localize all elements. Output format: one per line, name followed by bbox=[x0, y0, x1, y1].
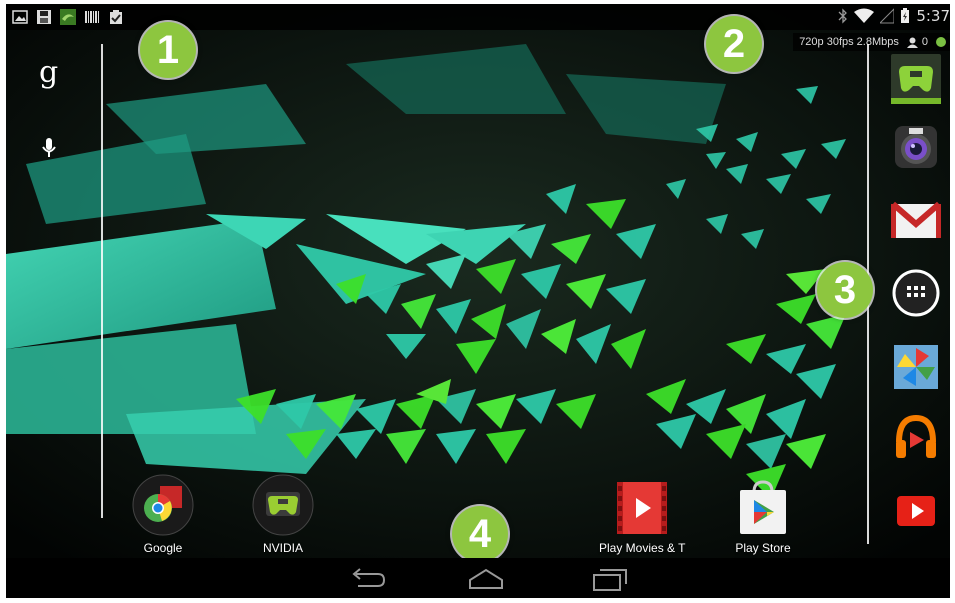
home-app-play-movies[interactable]: Play Movies & T bbox=[599, 480, 685, 555]
save-icon bbox=[37, 10, 51, 24]
home-app-label: Play Store bbox=[735, 541, 791, 555]
user-icon bbox=[906, 37, 918, 48]
play-movies-icon bbox=[617, 482, 667, 534]
nvidia-icon bbox=[60, 9, 76, 25]
all-apps-icon[interactable] bbox=[891, 268, 941, 318]
home-app-play-store[interactable]: Play Store bbox=[730, 480, 796, 555]
left-divider bbox=[101, 44, 103, 518]
signal-icon bbox=[880, 8, 895, 24]
google-search-button[interactable]: g bbox=[39, 55, 58, 90]
photos-icon[interactable] bbox=[891, 342, 941, 392]
gallery-icon bbox=[12, 10, 28, 24]
microphone-icon[interactable] bbox=[42, 137, 56, 159]
status-dot-icon bbox=[936, 37, 946, 47]
home-app-nvidia[interactable]: NVIDIA bbox=[250, 474, 316, 555]
navigation-bar bbox=[6, 558, 950, 598]
home-app-label: Play Movies & T bbox=[599, 541, 686, 555]
google-folder-icon bbox=[132, 474, 194, 536]
nvidia-folder-icon bbox=[252, 474, 314, 536]
home-app-label: Google bbox=[143, 541, 183, 555]
status-bar: 5:37 bbox=[6, 4, 950, 30]
home-app-google[interactable]: Google bbox=[130, 474, 196, 555]
tablet-screen: 5:37 720p 30fps 2.8Mbps 0 g Google NVIDI… bbox=[6, 4, 950, 598]
camera-icon[interactable] bbox=[891, 122, 941, 172]
barcode-icon bbox=[85, 11, 99, 23]
callout-2: 2 bbox=[706, 16, 762, 72]
nvidia-shield-hub-icon[interactable] bbox=[891, 54, 941, 104]
play-music-icon[interactable] bbox=[891, 412, 941, 462]
play-store-icon bbox=[740, 480, 786, 534]
home-icon[interactable] bbox=[466, 566, 506, 592]
callout-4: 4 bbox=[452, 506, 508, 562]
clipboard-check-icon bbox=[110, 10, 122, 24]
clock: 5:37 bbox=[916, 7, 950, 25]
home-app-label: NVIDIA bbox=[262, 541, 303, 555]
user-count-value: 0 bbox=[921, 36, 928, 48]
recent-apps-icon[interactable] bbox=[590, 566, 630, 592]
callout-3: 3 bbox=[817, 262, 873, 318]
gmail-icon[interactable] bbox=[891, 194, 941, 244]
callout-1: 1 bbox=[140, 22, 196, 78]
youtube-icon[interactable] bbox=[891, 486, 941, 536]
user-count: 0 bbox=[906, 36, 928, 48]
wifi-icon bbox=[854, 8, 875, 23]
notification-icons bbox=[12, 9, 124, 25]
bluetooth-icon bbox=[838, 8, 848, 24]
search-bar: g bbox=[6, 30, 101, 544]
stream-quality-text: 720p 30fps 2.8Mbps bbox=[799, 36, 899, 48]
system-status: 5:37 bbox=[838, 7, 950, 25]
stream-info-overlay: 720p 30fps 2.8Mbps 0 bbox=[793, 33, 950, 51]
back-icon[interactable] bbox=[348, 566, 388, 592]
battery-icon bbox=[901, 8, 910, 23]
